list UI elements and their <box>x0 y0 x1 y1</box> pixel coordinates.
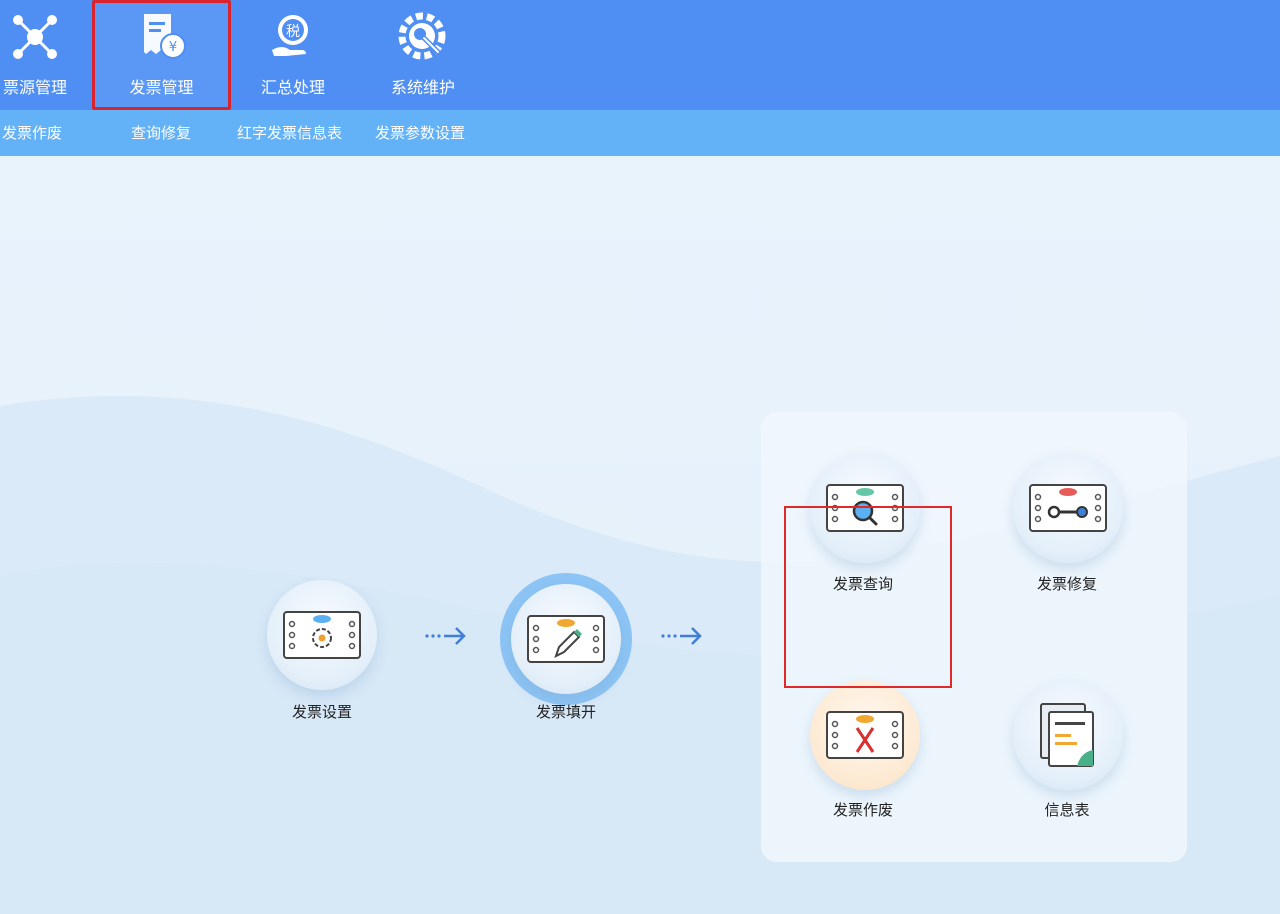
toolbar-item-label: 汇总处理 <box>260 78 325 97</box>
gear-wrench-icon <box>398 12 446 60</box>
invoice-settings-label: 发票设置 <box>291 703 352 721</box>
invoice-repair-label: 发票修复 <box>1036 575 1097 593</box>
info-table-label: 信息表 <box>1044 801 1090 819</box>
toolbar-item-invoice-management[interactable]: ¥ 发票管理 <box>92 0 231 110</box>
network-icon <box>13 15 57 59</box>
invoice-settings-button[interactable] <box>267 580 377 690</box>
svg-text:税: 税 <box>286 24 300 40</box>
documents-icon <box>1040 703 1094 767</box>
invoice-void-button[interactable] <box>810 680 920 790</box>
toolbar-item-ticket-source[interactable]: 票源管理 <box>0 0 100 110</box>
main-workflow-area: 发票设置 发票填开 发票查询 发票修复 发票作废 信息表 <box>0 156 1280 914</box>
top-toolbar: 票源管理 ¥ 发票管理 税 汇总处理 系统维护 <box>0 0 1280 110</box>
subbar-item-query-repair[interactable]: 查询修复 <box>131 110 191 156</box>
highlight-box <box>784 506 952 688</box>
toolbar-item-label: 系统维护 <box>390 78 455 97</box>
subbar-item-invoice-params[interactable]: 发票参数设置 <box>375 110 465 156</box>
tax-hand-icon: 税 <box>272 15 308 56</box>
invoice-void-icon <box>826 711 904 759</box>
invoice-fill-icon <box>527 615 605 663</box>
invoice-yen-icon: ¥ <box>143 14 186 59</box>
invoice-fill-button[interactable] <box>511 584 621 694</box>
toolbar-item-label: 发票管理 <box>129 78 194 97</box>
invoice-fill-label: 发票填开 <box>535 703 596 721</box>
arrow-icon <box>661 627 702 645</box>
arrow-icon <box>425 627 466 645</box>
sub-toolbar: 发票作废 查询修复 红字发票信息表 发票参数设置 <box>0 110 1280 156</box>
info-table-button[interactable] <box>1013 680 1123 790</box>
subbar-item-red-invoice-info[interactable]: 红字发票信息表 <box>237 110 342 156</box>
subbar-item-invoice-void[interactable]: 发票作废 <box>2 110 62 156</box>
toolbar-item-summary-processing[interactable]: 税 汇总处理 <box>228 0 358 110</box>
svg-text:¥: ¥ <box>168 40 176 55</box>
toolbar-item-label: 票源管理 <box>2 78 67 97</box>
invoice-void-label: 发票作废 <box>832 801 893 819</box>
toolbar-item-system-maintenance[interactable]: 系统维护 <box>358 0 488 110</box>
invoice-settings-icon <box>283 611 361 659</box>
invoice-repair-icon <box>1029 484 1107 532</box>
invoice-repair-button[interactable] <box>1013 453 1123 563</box>
